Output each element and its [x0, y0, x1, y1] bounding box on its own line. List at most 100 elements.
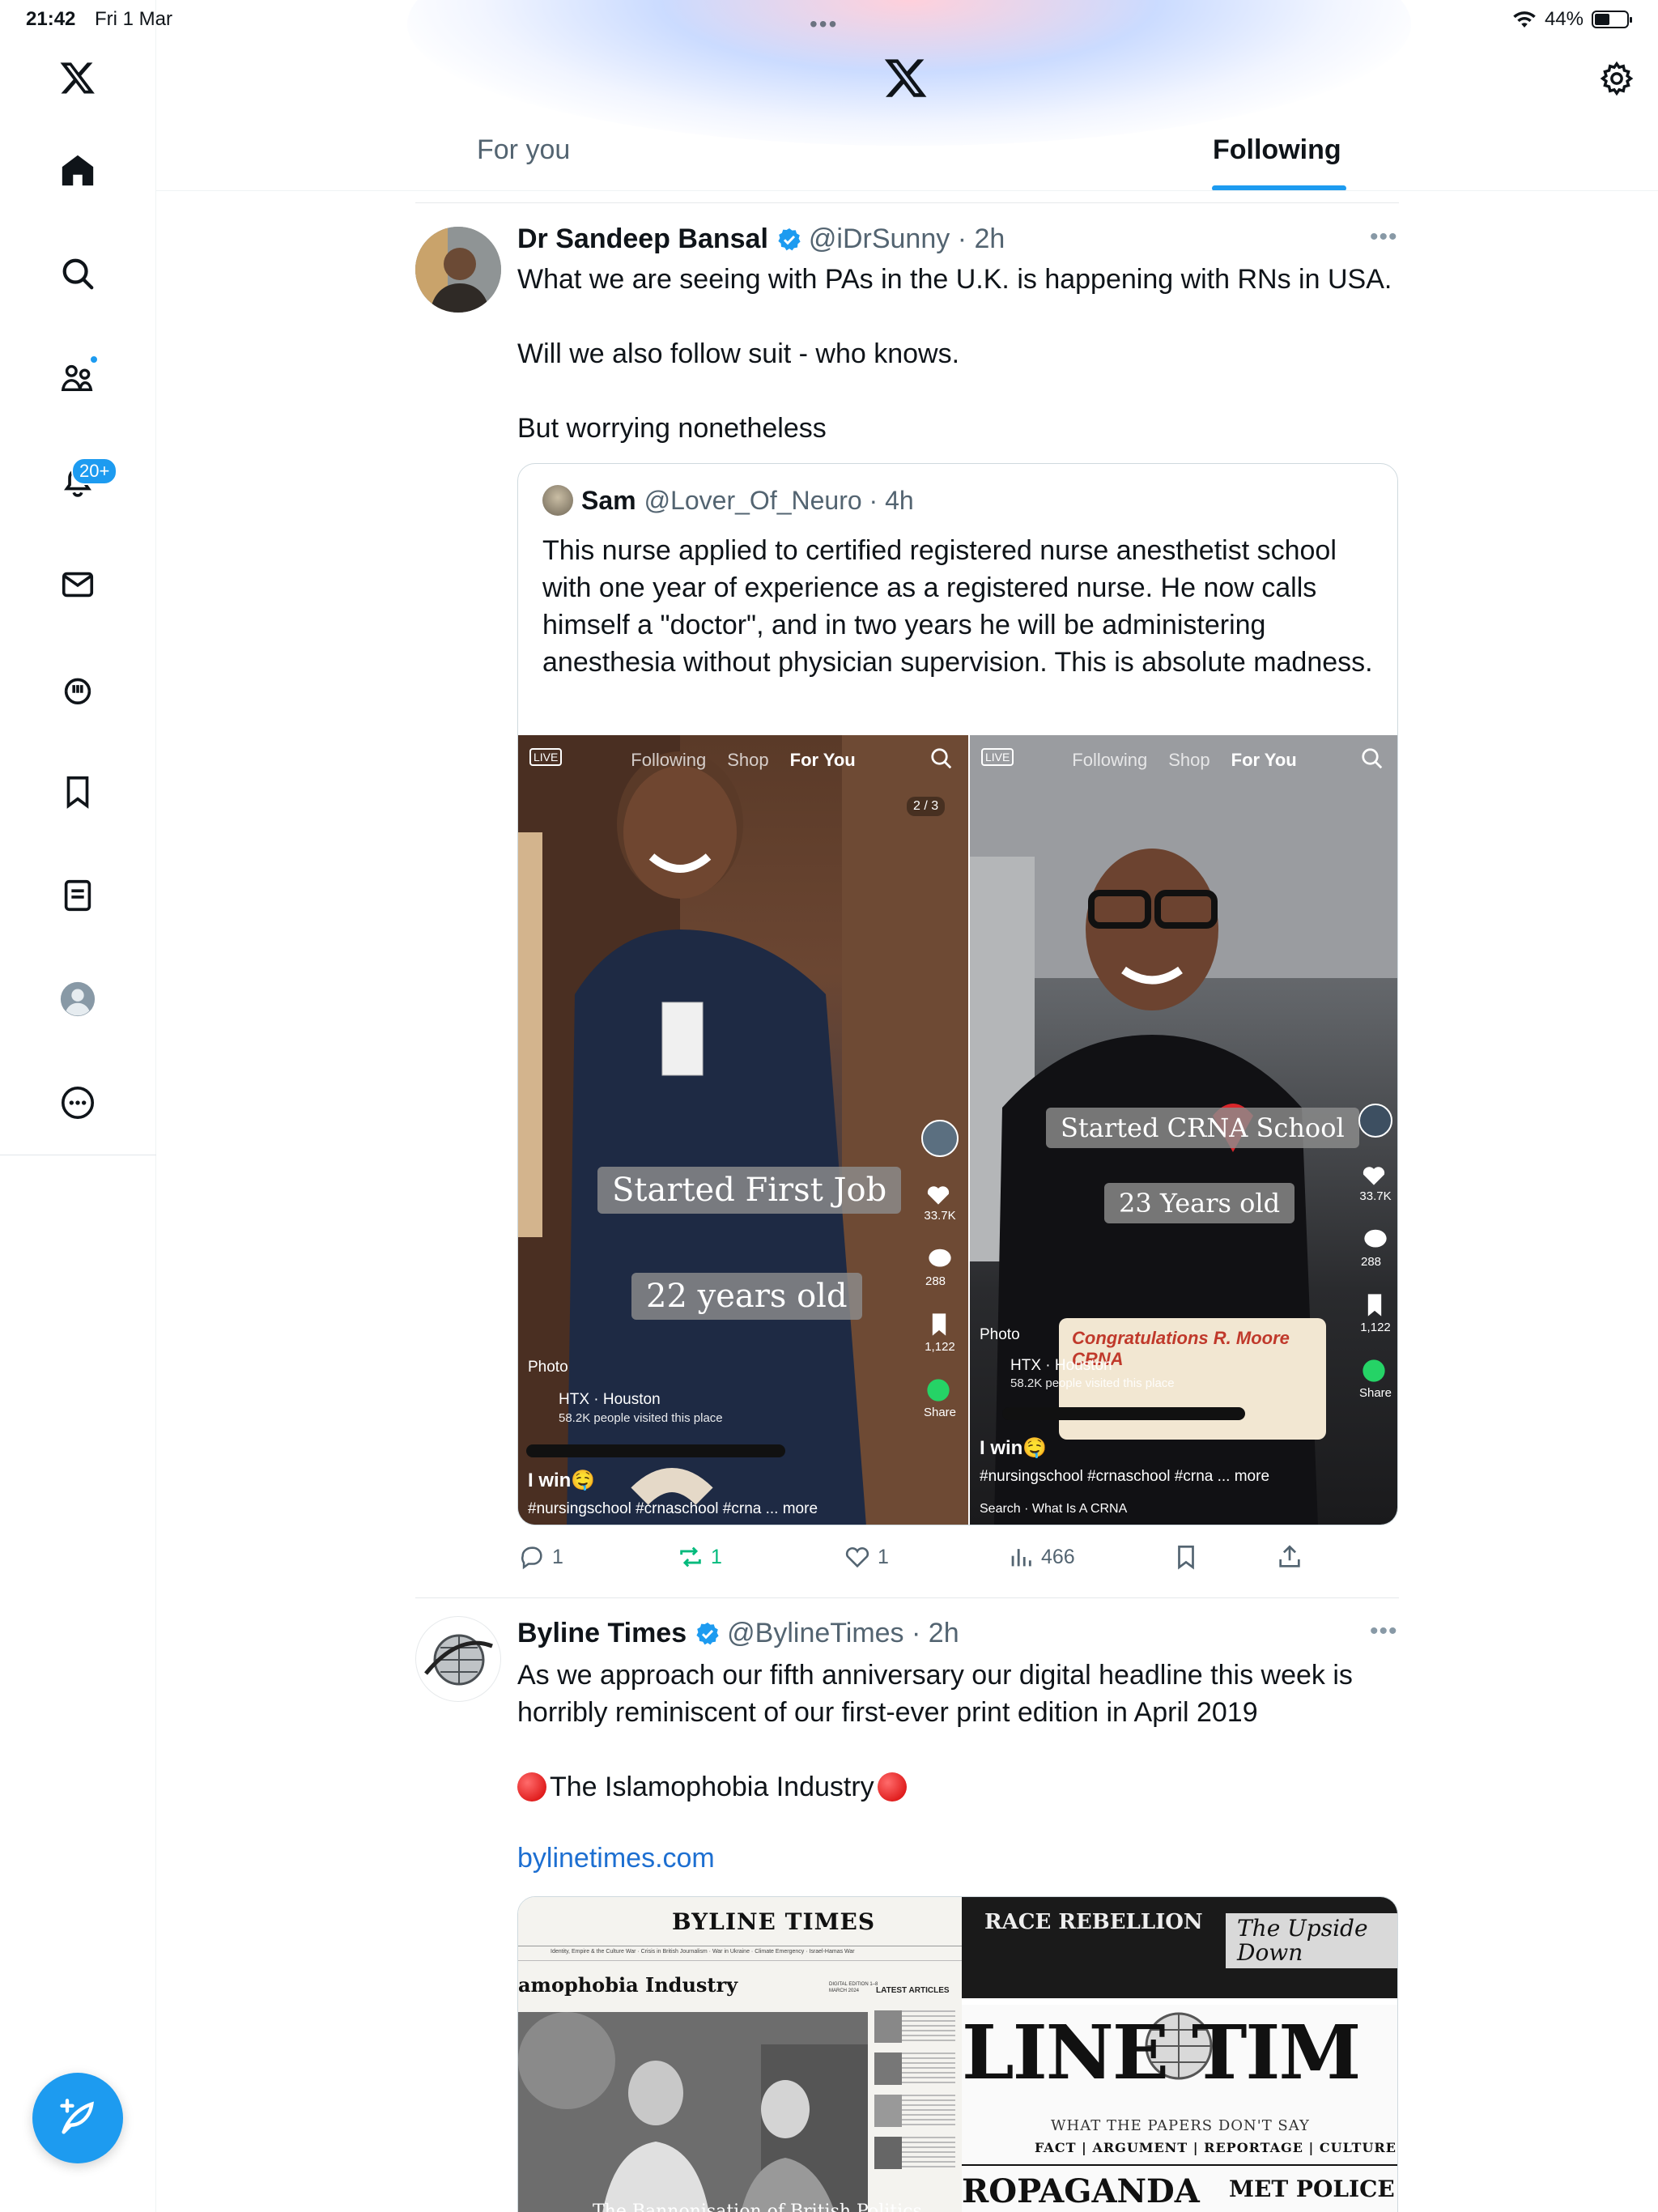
tiktok-photo-label: Photo: [980, 1326, 1020, 1343]
author-handle[interactable]: @iDrSunny: [809, 223, 950, 255]
wifi-icon: [1513, 11, 1536, 28]
print-top-right: The Upside Down: [1226, 1913, 1397, 1968]
tiktok-tab-active: For You: [789, 750, 856, 770]
share-button[interactable]: [1276, 1543, 1303, 1571]
post-text-line: What we are seeing with PAs in the U.K. …: [517, 264, 1392, 295]
heart-icon: 33.7K: [1359, 1162, 1392, 1203]
print-top-left: RACE REBELLION: [984, 1912, 1203, 1933]
author-handle[interactable]: @BylineTimes: [727, 1618, 903, 1649]
reply-icon: [521, 1546, 542, 1570]
post-divider: [415, 1597, 1399, 1598]
red-circle-emoji-icon: [517, 1772, 546, 1802]
author-name[interactable]: Dr Sandeep Bansal: [517, 223, 768, 255]
rule: [962, 1998, 1397, 2005]
separator-dot: ·: [903, 1618, 929, 1648]
tiktok-side-actions: 33.7K 288 1,122 Share: [1355, 1104, 1396, 1400]
avatar[interactable]: [415, 227, 501, 313]
active-tab-indicator: [1212, 185, 1346, 190]
quoted-post[interactable]: Sam @Lover_Of_Neuro · 4h This nurse appl…: [517, 463, 1398, 1525]
post-more-icon[interactable]: •••: [1370, 223, 1398, 251]
post-time[interactable]: 2h: [974, 223, 1005, 255]
post-time[interactable]: 2h: [929, 1618, 959, 1649]
post-text-line: horribly reminiscent of our first-ever p…: [517, 1697, 1258, 1728]
quote-media[interactable]: LIVE Following Shop For You 2 / 3 Starte…: [518, 735, 1397, 1525]
like-button[interactable]: 1: [844, 1543, 889, 1571]
tiktok-title: I win🤤: [528, 1470, 596, 1491]
share-label: Share: [923, 1406, 957, 1419]
print-tagline: WHAT THE PAPERS DON'T SAY: [1051, 2117, 1310, 2134]
bookmark-icon: [1178, 1545, 1194, 1570]
compose-feather-icon: [60, 2099, 94, 2134]
status-indicators: 44%: [1512, 8, 1632, 31]
post-headline-line: The Islamophobia Industry: [517, 1768, 907, 1806]
post-text-line: Will we also follow suit - who knows.: [517, 338, 960, 369]
comments-count: 288: [1361, 1255, 1382, 1269]
tiktok-hashtags: #nursingschool #crnaschool #crna ... mor…: [980, 1468, 1270, 1485]
post-link[interactable]: bylinetimes.com: [517, 1843, 715, 1874]
x-logo-icon[interactable]: [883, 55, 929, 100]
views-button[interactable]: 466: [1007, 1543, 1075, 1571]
messages-icon[interactable]: [45, 552, 110, 617]
communities-dot-badge: [89, 355, 99, 364]
article-thumb: [874, 2052, 955, 2085]
avatar[interactable]: [415, 1616, 501, 1702]
separator-dot: ·: [861, 485, 886, 515]
compose-post-button[interactable]: [32, 2073, 123, 2163]
grok-icon[interactable]: [45, 656, 110, 721]
image-counter: 2 / 3: [907, 797, 946, 816]
post-more-icon[interactable]: •••: [1370, 1618, 1398, 1645]
share-icon: Share: [924, 1378, 956, 1419]
bookmark-button[interactable]: [1172, 1543, 1200, 1571]
quote-avatar[interactable]: [542, 485, 573, 516]
search-icon[interactable]: [45, 241, 110, 306]
share-icon: Share: [1359, 1359, 1392, 1400]
tab-for-you[interactable]: For you: [477, 134, 570, 166]
share-label: Share: [1358, 1386, 1392, 1400]
home-icon[interactable]: [45, 138, 110, 202]
communities-icon[interactable]: [45, 345, 110, 410]
print-bottom-left: ROPAGANDA: [962, 2172, 1200, 2210]
media-image-right[interactable]: LIVE Following Shop For You Started CRNA…: [968, 735, 1397, 1525]
comments-count: 288: [925, 1274, 946, 1288]
author-name[interactable]: Byline Times: [517, 1618, 687, 1649]
bookmarks-icon[interactable]: [45, 759, 110, 824]
headline-text: The Islamophobia Industry: [550, 1772, 874, 1802]
tab-following[interactable]: Following: [1213, 134, 1341, 166]
article-thumb: [874, 2095, 955, 2127]
tiktok-tab: Shop: [727, 750, 769, 770]
repost-button[interactable]: 1: [677, 1543, 722, 1571]
tiktok-title: I win🤤: [980, 1437, 1048, 1459]
digital-edition-image: BYLINE TIMES Identity, Empire & the Cult…: [518, 1897, 962, 2212]
share-icon: [1279, 1545, 1300, 1568]
media-image-left[interactable]: LIVE Following Shop For You 2 / 3 Starte…: [518, 735, 968, 1525]
quote-author-handle: @Lover_Of_Neuro: [644, 485, 862, 515]
status-time: 21:42: [26, 8, 76, 30]
gear-icon[interactable]: [1598, 60, 1635, 97]
tiktok-tabs: Following Shop For You: [518, 750, 968, 771]
repost-icon: [680, 1546, 701, 1568]
overlay-caption: 22 years old: [631, 1273, 862, 1320]
sidebar: 20+: [0, 0, 156, 2212]
overlay-caption: 23 Years old: [1104, 1183, 1295, 1223]
more-icon[interactable]: [45, 1070, 110, 1135]
tiktok-tabs: Following Shop For You: [970, 750, 1397, 771]
heart-icon: 33.7K: [924, 1181, 956, 1223]
rule: [518, 1960, 962, 1961]
edition-photo: [518, 2012, 868, 2212]
x-logo-icon[interactable]: [45, 45, 110, 110]
link-preview-card[interactable]: BYLINE TIMES Identity, Empire & the Cult…: [517, 1896, 1398, 2212]
profile-icon[interactable]: [45, 967, 110, 1032]
multitasking-dots-icon[interactable]: •••: [810, 11, 838, 37]
photo-caption: The Bannonisation of British Politics: [593, 2201, 922, 2212]
post-text-line: As we approach our fifth anniversary our…: [517, 1660, 1353, 1691]
lists-icon[interactable]: [45, 863, 110, 928]
tiktok-side-actions: 33.7K 288 1,122 Share: [920, 1120, 960, 1419]
bookmark-icon: 1,122: [925, 1312, 955, 1354]
quote-author-line: Sam @Lover_Of_Neuro · 4h: [542, 485, 914, 516]
overlay-caption: Started CRNA School: [1046, 1108, 1359, 1148]
redaction-scribble: [1002, 1407, 1245, 1420]
tiktok-search-bar: Search · What Is A CRNA: [980, 1502, 1128, 1516]
battery-icon: [1592, 11, 1632, 28]
views-chart-icon: [1011, 1549, 1031, 1567]
reply-button[interactable]: 1: [518, 1543, 563, 1571]
